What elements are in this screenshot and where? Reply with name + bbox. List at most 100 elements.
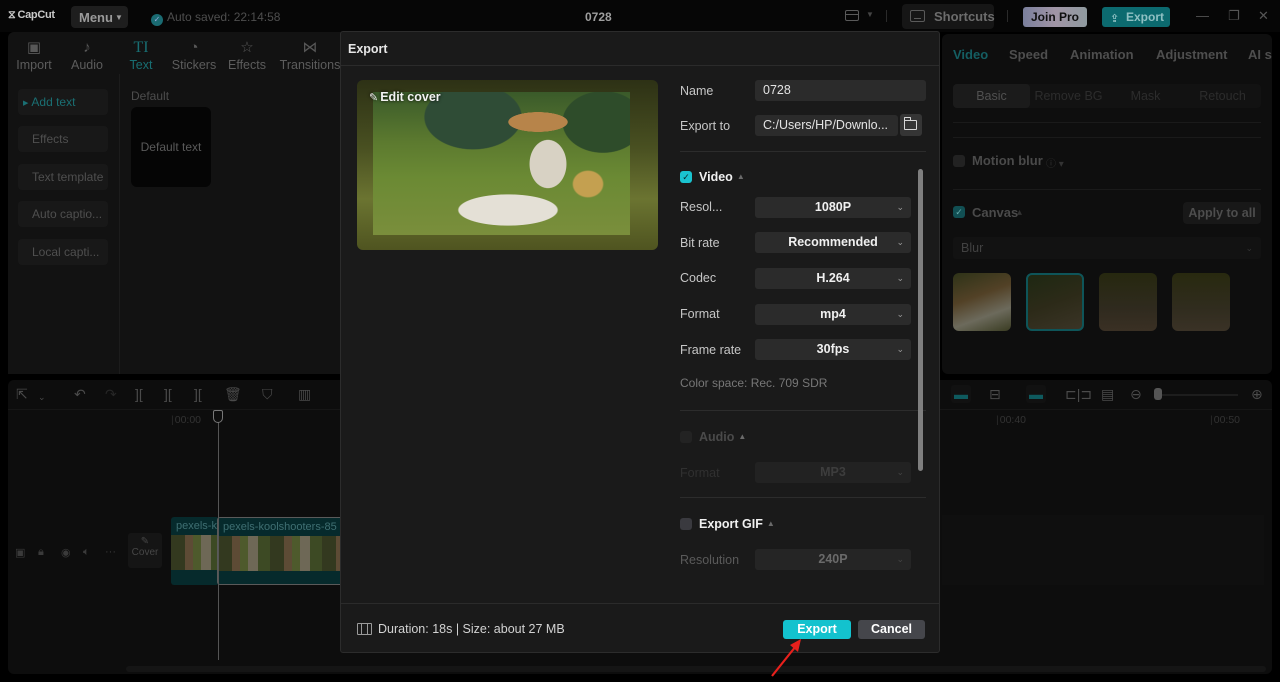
tab-speed[interactable]: Speed: [1009, 47, 1048, 62]
cover-button[interactable]: ✎ Cover: [128, 533, 162, 568]
blur-option-thumbnail[interactable]: [1172, 273, 1230, 331]
cover-preview[interactable]: ✎ Edit cover: [357, 80, 658, 250]
join-pro-button[interactable]: Join Pro: [1023, 7, 1087, 27]
bitrate-select[interactable]: Recommended ⌄: [755, 232, 911, 253]
sidebar-item-text-template[interactable]: Text template: [18, 164, 108, 190]
default-text-card[interactable]: Default text: [131, 107, 211, 187]
playhead[interactable]: [218, 412, 219, 660]
cancel-button[interactable]: Cancel: [858, 620, 925, 639]
subtab-remove-bg[interactable]: Remove BG: [1030, 84, 1107, 108]
timeline-clip-selected[interactable]: pexels-koolshooters-85: [217, 517, 347, 585]
codec-select[interactable]: H.264 ⌄: [755, 268, 911, 289]
edit-cover-button[interactable]: ✎ Edit cover: [369, 90, 441, 104]
split-left-icon[interactable]: ][: [164, 387, 172, 401]
frame-rate-select[interactable]: 30fps ⌄: [755, 339, 911, 360]
ruler-icon[interactable]: ▤: [1101, 387, 1114, 401]
tab-ai-stylize[interactable]: AI st: [1248, 47, 1272, 62]
help-icon[interactable]: ⓘ ▾: [1046, 155, 1064, 170]
tab-adjustment[interactable]: Adjustment: [1156, 47, 1228, 62]
tab-text[interactable]: TI Text: [113, 38, 169, 72]
export-top-button[interactable]: ⇪ Export: [1102, 7, 1170, 27]
menu-button[interactable]: Menu ▼: [71, 6, 128, 28]
track-video-icon[interactable]: ▣: [15, 546, 25, 559]
export-path-input[interactable]: C:/Users/HP/Downlo...: [755, 115, 898, 136]
canvas-mode-select[interactable]: Blur ⌄: [953, 237, 1261, 259]
minimize-icon[interactable]: —: [1196, 8, 1209, 23]
apply-to-all-button[interactable]: Apply to all: [1183, 202, 1261, 224]
playhead-handle[interactable]: [213, 410, 223, 423]
tab-stickers[interactable]: ◔ Stickers: [166, 38, 222, 72]
shortcuts-button[interactable]: Shortcuts: [902, 4, 995, 29]
more-icon[interactable]: ···: [105, 546, 116, 558]
browse-folder-button[interactable]: [900, 114, 922, 136]
marker-icon[interactable]: ⛉: [262, 387, 273, 401]
settings-scrollbar[interactable]: [918, 169, 923, 471]
format-select[interactable]: mp4 ⌄: [755, 304, 911, 325]
gif-resolution-select[interactable]: 240P ⌄: [755, 549, 911, 570]
lock-icon[interactable]: 🔒︎: [38, 546, 44, 559]
eye-icon[interactable]: ◉: [61, 546, 71, 559]
undo-icon[interactable]: ↶: [74, 387, 86, 401]
redo-icon[interactable]: ↷: [105, 387, 117, 401]
audio-section-title[interactable]: Audio ▲: [699, 430, 746, 444]
resolution-select[interactable]: 1080P ⌄: [755, 197, 911, 218]
annotation-arrow-icon: [771, 639, 801, 677]
zoom-in-icon[interactable]: ⊕: [1251, 387, 1263, 401]
inspector-subtabs: Basic Remove BG Mask Retouch: [953, 84, 1261, 108]
layout-icon[interactable]: [845, 10, 859, 21]
zoom-out-icon[interactable]: ⊖: [1130, 387, 1142, 401]
sidebar-item-add-text[interactable]: ▶ Add text: [18, 89, 108, 115]
timeline-zoom-handle[interactable]: [1154, 388, 1162, 400]
chevron-down-icon[interactable]: ▼: [866, 10, 874, 19]
caret-up-icon[interactable]: ▴: [1017, 207, 1022, 218]
sidebar-item-effects[interactable]: Effects: [18, 126, 108, 152]
chevron-down-icon[interactable]: ⌄: [38, 390, 46, 404]
upload-icon: ⇪: [1110, 13, 1120, 25]
gif-checkbox[interactable]: [680, 518, 692, 530]
motion-blur-checkbox[interactable]: [953, 155, 965, 167]
tab-audio[interactable]: ♪ Audio: [59, 38, 115, 72]
audio-checkbox[interactable]: [680, 431, 692, 443]
split-right-icon[interactable]: ][: [194, 387, 202, 401]
canvas-mode-value: Blur: [961, 241, 984, 255]
canvas-checkbox[interactable]: ✓: [953, 206, 965, 218]
auto-snap-icon[interactable]: ⊟: [989, 387, 1001, 401]
tab-label: Import: [16, 58, 52, 72]
timeline-zoom-slider[interactable]: [1160, 394, 1238, 396]
linkage-icon[interactable]: ▬: [1026, 385, 1046, 403]
audio-format-select[interactable]: MP3 ⌄: [755, 462, 911, 483]
blur-option-thumbnail[interactable]: [953, 273, 1011, 331]
tab-effects[interactable]: ☆ Effects: [219, 38, 275, 72]
chevron-down-icon: ▼: [114, 13, 123, 22]
cover-label: Cover: [131, 547, 159, 558]
main-track-magnet-icon[interactable]: ▬: [951, 385, 971, 403]
sidebar-item-local-captions[interactable]: Local capti...: [18, 239, 108, 265]
tab-import[interactable]: ▣ Import: [6, 38, 62, 72]
subtab-mask[interactable]: Mask: [1107, 84, 1184, 108]
timeline-scrollbar[interactable]: [126, 666, 1266, 672]
sidebar-item-auto-captions[interactable]: Auto captio...: [18, 201, 108, 227]
freeze-icon[interactable]: ▥: [298, 387, 311, 401]
select-cursor-icon[interactable]: ⇱: [16, 387, 28, 401]
gif-section-title[interactable]: Export GIF ▲: [699, 517, 775, 531]
subtab-basic[interactable]: Basic: [953, 84, 1030, 108]
video-checkbox[interactable]: ✓: [680, 171, 692, 183]
maximize-icon[interactable]: ❐: [1228, 8, 1240, 24]
video-section-title[interactable]: Video ▲: [699, 170, 745, 184]
split-icon[interactable]: ][: [135, 387, 143, 401]
close-icon[interactable]: ✕: [1258, 8, 1269, 24]
tab-animation[interactable]: Animation: [1070, 47, 1134, 62]
tab-video[interactable]: Video: [953, 47, 988, 62]
timeline-clip[interactable]: pexels-k: [171, 517, 219, 585]
preview-axis-icon[interactable]: ⊏|⊐: [1065, 387, 1092, 401]
blur-option-thumbnail-selected[interactable]: [1026, 273, 1084, 331]
chevron-down-icon: ⌄: [896, 554, 904, 564]
subtab-retouch[interactable]: Retouch: [1184, 84, 1261, 108]
name-input[interactable]: 0728: [755, 80, 926, 101]
volume-icon[interactable]: 🔈︎: [83, 546, 90, 559]
delete-icon[interactable]: 🗑: [224, 387, 242, 401]
folder-icon: [903, 117, 917, 130]
tab-transitions[interactable]: ⋈ Transitions: [279, 38, 341, 72]
blur-option-thumbnail[interactable]: [1099, 273, 1157, 331]
divider: [1007, 10, 1008, 22]
